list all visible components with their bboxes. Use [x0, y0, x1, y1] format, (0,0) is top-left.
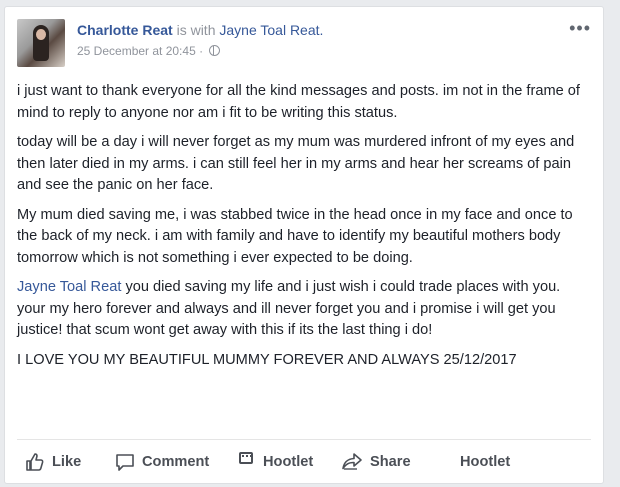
comment-button[interactable]: Comment: [115, 449, 209, 475]
post-paragraph-4: Jayne Toal Reat you died saving my life …: [17, 277, 589, 342]
post-paragraph-1: i just want to thank everyone for all th…: [17, 83, 580, 121]
like-label: Like: [52, 454, 82, 470]
hootlet-button-2[interactable]: Hootlet: [460, 449, 510, 475]
speech-bubble-icon: [116, 454, 134, 471]
post-card: Charlotte Reat is with Jayne Toal Reat. …: [4, 6, 604, 484]
author-avatar[interactable]: [17, 19, 65, 67]
hootlet-button[interactable]: Hootlet: [239, 449, 313, 475]
share-label: Share: [370, 454, 411, 470]
action-divider: [17, 439, 591, 440]
comment-label: Comment: [142, 454, 210, 470]
post-timestamp[interactable]: 25 December at 20:45: [77, 44, 196, 58]
post-paragraph-2: today will be a day i will never forget …: [17, 134, 575, 193]
meta-separator: ·: [199, 44, 204, 58]
post-meta: 25 December at 20:45 ·: [77, 44, 221, 58]
post-paragraph-5: I LOVE YOU MY BEAUTIFUL MUMMY FOREVER AN…: [17, 351, 517, 368]
tagged-user-link[interactable]: Jayne Toal Reat.: [219, 22, 323, 38]
hootlet-owl-icon: [239, 452, 253, 464]
action-bar: Like Comment Hootlet Share Hootlet: [17, 443, 591, 481]
hootlet-label-2: Hootlet: [460, 454, 511, 470]
hootlet-label: Hootlet: [263, 454, 314, 470]
author-line: Charlotte Reat is with Jayne Toal Reat.: [77, 22, 323, 38]
post-paragraph-3: My mum died saving me, i was stabbed twi…: [17, 206, 573, 266]
post-header: Charlotte Reat is with Jayne Toal Reat. …: [17, 19, 591, 67]
mention-link[interactable]: Jayne Toal Reat: [17, 279, 121, 295]
share-button[interactable]: Share: [341, 449, 411, 475]
avatar-face: [36, 29, 46, 40]
more-options-button[interactable]: •••: [569, 19, 591, 37]
author-name-link[interactable]: Charlotte Reat: [77, 22, 173, 38]
share-arrow-icon: [342, 453, 362, 470]
globe-icon[interactable]: [209, 45, 221, 56]
thumbs-up-icon: [26, 453, 44, 471]
with-text: is with: [176, 22, 216, 38]
like-button[interactable]: Like: [25, 449, 81, 475]
post-body: i just want to thank everyone for all th…: [17, 81, 589, 379]
